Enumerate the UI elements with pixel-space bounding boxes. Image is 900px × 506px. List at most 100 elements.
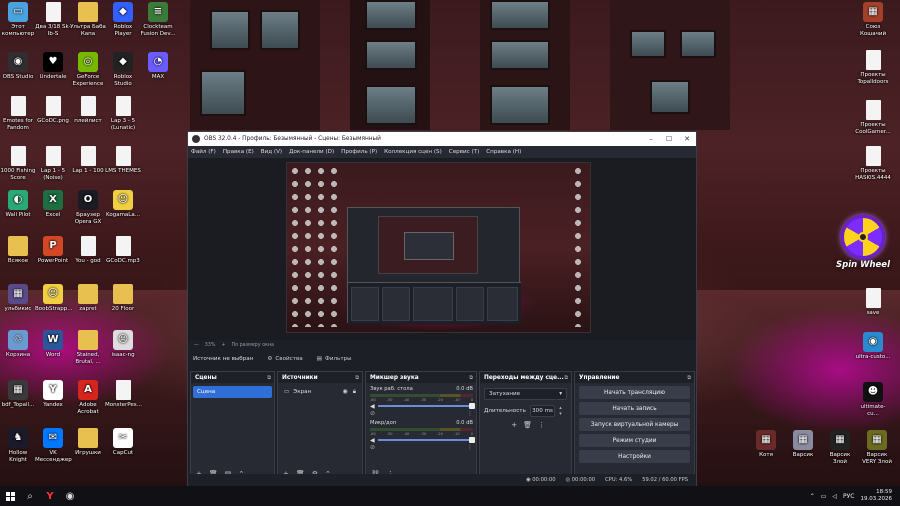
desktop-shortcut[interactable]: ☻ ultimate-cu...	[855, 382, 891, 417]
duration-spinner[interactable]: ▴ ▾	[559, 405, 567, 417]
speaker-icon[interactable]: ◀	[370, 403, 375, 410]
zoom-level[interactable]: 33%	[205, 343, 216, 348]
desktop-shortcut[interactable]: P PowerPoint	[35, 236, 71, 265]
menu-item[interactable]: Вид (V)	[261, 149, 282, 155]
desktop-shortcut[interactable]: Stained, Brutal, ...	[70, 330, 106, 365]
remove-transition-icon[interactable]: 🗑	[523, 421, 532, 429]
control-button[interactable]: Запуск виртуальной камеры	[579, 418, 690, 431]
desktop-shortcut[interactable]: ▦ bdf_Topall...	[0, 380, 36, 409]
desktop-shortcut[interactable]: ◔ MAX	[140, 52, 176, 81]
desktop-shortcut[interactable]: You - god	[70, 236, 106, 265]
volume-icon[interactable]: ◁	[832, 493, 837, 500]
duration-input[interactable]: 300 ms	[529, 405, 556, 417]
filters-button[interactable]: ▤ Фильтры	[317, 356, 352, 362]
control-button[interactable]: Режим студии	[579, 434, 690, 447]
lock-icon[interactable]: 🔒︎	[353, 388, 356, 396]
desktop-shortcut[interactable]: ◉ ultra-custo...	[855, 332, 891, 361]
zoom-mode[interactable]: По размеру окна	[232, 343, 275, 348]
dock-menu-icon[interactable]: ⧉	[469, 375, 473, 381]
transition-menu-icon[interactable]: ⋮	[538, 421, 545, 429]
control-button[interactable]: Начать запись	[579, 402, 690, 415]
desktop-shortcut[interactable]: ▦ Варсик	[785, 430, 821, 459]
channel-menu-icon[interactable]: ⋮	[467, 444, 473, 451]
maximize-icon[interactable]: ☐	[660, 132, 678, 146]
eye-icon[interactable]: ◉	[343, 388, 348, 396]
close-icon[interactable]: ✕	[678, 132, 696, 146]
volume-slider[interactable]	[377, 437, 475, 443]
clock[interactable]: 18:59 19.03.2026	[861, 489, 893, 503]
desktop-shortcut[interactable]: Lap 1 - 5 (Noise)	[35, 146, 71, 181]
obs-taskbar-icon[interactable]: ◉	[60, 486, 80, 506]
desktop-shortcut[interactable]: GCoDC.mp3	[105, 236, 141, 265]
desktop-shortcut[interactable]: Проекты CoolGamer...	[855, 100, 891, 135]
desktop-shortcut[interactable]: ✂ CapCut	[105, 428, 141, 457]
desktop-shortcut[interactable]: Проекты HASKIS.4444	[855, 146, 891, 181]
channel-menu-icon[interactable]: ⋮	[467, 410, 473, 417]
desktop-shortcut[interactable]: ☺ BoobStrapp...	[35, 284, 73, 313]
menu-item[interactable]: Коллекция сцен (S)	[384, 149, 442, 155]
menu-item[interactable]: Сервис (T)	[449, 149, 479, 155]
desktop-shortcut[interactable]: ▦ ульбикис	[0, 284, 36, 313]
desktop-shortcut[interactable]: плейлист	[70, 96, 106, 125]
tray-expand-icon[interactable]: ⌃	[810, 493, 815, 500]
desktop-shortcut[interactable]: ☹ isaac-ng	[105, 330, 141, 359]
start-button[interactable]	[0, 486, 20, 506]
zoom-out-icon[interactable]: —	[194, 343, 199, 348]
desktop-shortcut[interactable]: ♲ Корзина	[0, 330, 36, 359]
dock-menu-icon[interactable]: ⧉	[564, 375, 568, 381]
desktop-shortcut[interactable]: X Excel	[35, 190, 71, 219]
desktop-shortcut[interactable]: LMS THEMES	[105, 146, 141, 175]
desktop-shortcut[interactable]: W Word	[35, 330, 71, 359]
desktop-shortcut[interactable]: Проекты Topalldoors	[855, 50, 891, 85]
desktop-shortcut[interactable]: ♥ Undertale	[35, 52, 71, 81]
dock-menu-icon[interactable]: ⧉	[355, 375, 359, 381]
network-icon[interactable]: ▭	[821, 493, 827, 500]
desktop-shortcut[interactable]: Lap 3 - 5 (Lunatic)	[105, 96, 141, 131]
desktop-shortcut[interactable]: ◐ Wall Pilot	[0, 190, 36, 219]
scene-item[interactable]: Сцена	[193, 386, 272, 398]
desktop-shortcut[interactable]: ▦ Варсик VERY Злой	[859, 430, 895, 465]
source-item[interactable]: ▭ Экран ◉ 🔒︎	[280, 386, 360, 398]
control-button[interactable]: Начать трансляцию	[579, 386, 690, 399]
menu-item[interactable]: Профиль (P)	[341, 149, 377, 155]
zoom-in-icon[interactable]: +	[221, 343, 225, 348]
obs-titlebar[interactable]: OBS 32.0.4 - Профиль: Безымянный - Сцены…	[188, 132, 696, 146]
yandex-taskbar-icon[interactable]: Y	[40, 486, 60, 506]
menu-item[interactable]: Док-панели (D)	[289, 149, 334, 155]
desktop-shortcut[interactable]: A Adobe Acrobat	[70, 380, 106, 415]
desktop-shortcut[interactable]: ◆ Roblox Studio	[105, 52, 141, 87]
dock-menu-icon[interactable]: ⧉	[687, 375, 691, 381]
desktop-shortcut[interactable]: GCoDC.png	[35, 96, 71, 125]
transition-select[interactable]: Затухание ▾	[484, 388, 567, 400]
desktop-shortcut[interactable]: O Браузер Opera GX	[70, 190, 106, 225]
desktop-shortcut[interactable]: ▦ Котя	[748, 430, 784, 459]
desktop-shortcut[interactable]: ✉ VK Мессенджер	[35, 428, 72, 463]
desktop-shortcut[interactable]: Ультра Баба Капа	[70, 2, 106, 37]
desktop-shortcut[interactable]: Lap 1 - 100	[70, 146, 106, 175]
minimize-icon[interactable]: –	[642, 132, 660, 146]
desktop-shortcut[interactable]: ≡ Clockteam Fusion Dev...	[140, 2, 176, 37]
desktop-shortcut[interactable]: Y Yandex	[35, 380, 71, 409]
volume-slider[interactable]	[377, 403, 475, 409]
desktop-shortcut[interactable]: zapret	[70, 284, 106, 313]
mute-icon[interactable]: ⊘	[370, 410, 375, 417]
control-button[interactable]: Настройки	[579, 450, 690, 463]
menu-item[interactable]: Правка (E)	[223, 149, 254, 155]
mute-icon[interactable]: ⊘	[370, 444, 375, 451]
add-transition-icon[interactable]: +	[511, 421, 517, 429]
menu-item[interactable]: Файл (F)	[191, 149, 216, 155]
desktop-shortcut[interactable]: ▦ Варсик Злой	[822, 430, 858, 465]
dock-menu-icon[interactable]: ⧉	[267, 375, 271, 381]
desktop-shortcut[interactable]: 20 Floor	[105, 284, 141, 313]
language-indicator[interactable]: РУС	[843, 493, 854, 500]
desktop-shortcut[interactable]: ▭ Этот компьютер	[0, 2, 36, 37]
desktop-shortcut[interactable]: ▦ Союз Кошачий	[855, 2, 891, 37]
spin-wheel-shortcut[interactable]: Spin Wheel	[833, 215, 893, 270]
desktop-shortcut[interactable]: Всякое	[0, 236, 36, 265]
desktop-shortcut[interactable]: MonsterPes...	[105, 380, 142, 409]
desktop-shortcut[interactable]: ◆ Roblox Player	[105, 2, 141, 37]
search-icon[interactable]: ⌕	[20, 486, 40, 506]
desktop-shortcut[interactable]: Два 3/18 Sk-Ib-S	[35, 2, 71, 37]
desktop-shortcut[interactable]: 1000 Fishing Score	[0, 146, 36, 181]
desktop-shortcut[interactable]: Emotes for Fandom	[0, 96, 36, 131]
